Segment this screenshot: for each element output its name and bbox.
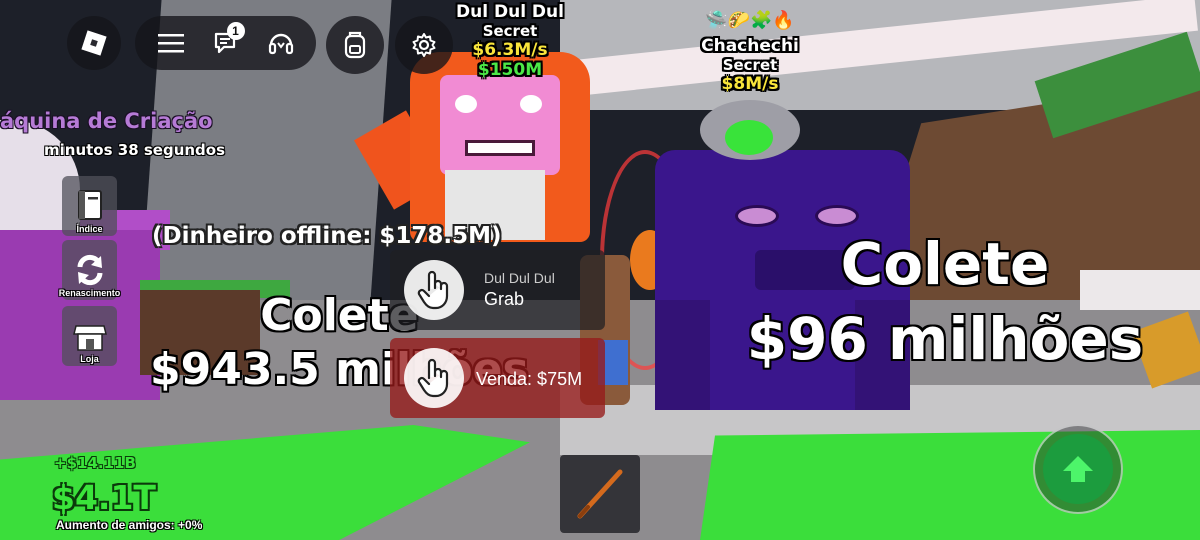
cash-amount: $4.1T: [52, 478, 156, 517]
brainrot-1-rate: $6.3M/s: [472, 40, 548, 60]
brainrot-2-name: Chachechi: [701, 36, 799, 56]
refresh-icon: [77, 254, 102, 286]
roblox-logo-icon: [81, 30, 107, 56]
brainrot-2-eye-left: [735, 205, 779, 227]
chat-badge: 1: [226, 22, 245, 40]
index-button[interactable]: Índice: [62, 176, 117, 236]
sell-hand-button[interactable]: [404, 348, 464, 408]
fire-trait-icon: 🔥: [772, 10, 795, 31]
sell-prompt[interactable]: Venda: $75M: [390, 338, 605, 418]
brainrot-1-name: Dul Dul Dul: [456, 2, 564, 22]
jump-button-core: [1043, 434, 1113, 504]
collect-right-title: Colete: [840, 230, 1050, 298]
top-bar: 1: [135, 16, 316, 70]
shop-icon: [72, 325, 107, 351]
hand-pointer-icon: [417, 270, 449, 310]
index-label: Índice: [76, 224, 103, 234]
menu-button[interactable]: [152, 24, 190, 62]
sell-action-text: Venda: $75M: [476, 369, 583, 389]
book-icon: [77, 190, 102, 220]
grab-action-text: Grab: [484, 289, 525, 309]
collect-right-amount: $96 milhões: [746, 305, 1144, 373]
brainrot-2-eye-right: [815, 205, 859, 227]
brainrot-1-eye-left: [455, 95, 477, 113]
machine-title: áquina de Criação: [0, 109, 213, 133]
voice-button[interactable]: [262, 24, 300, 62]
puzzle-trait-icon: 🧩: [750, 10, 773, 31]
brainrot-2-trait-icons: 🛸🌮🧩🔥: [680, 6, 820, 36]
shop-label: Loja: [80, 354, 99, 364]
brainrot-1-billboard: Dul Dul Dul Secret $6.3M/s $150M: [445, 2, 575, 80]
ufo-trait-icon: 🛸: [705, 10, 728, 31]
jump-arrow-icon: [1063, 456, 1093, 482]
backpack-icon: [344, 31, 366, 59]
rebirth-label: Renascimento: [58, 288, 121, 298]
backpack-button[interactable]: [326, 16, 384, 74]
brainrot-2-rate: $8M/s: [721, 74, 779, 92]
grab-hand-button[interactable]: [404, 260, 464, 320]
grass-right: [700, 430, 1200, 540]
offline-money-text: (Dinheiro offline: $178.5M): [152, 223, 502, 249]
brainrot-1-eye-right: [520, 95, 542, 113]
hand-pointer-icon: [417, 358, 449, 398]
friends-boost: Aumento de amigos: +0%: [56, 518, 203, 532]
grab-object-name: Dul Dul Dul: [484, 270, 555, 286]
shop-button[interactable]: Loja: [62, 306, 117, 366]
machine-timer: minutos 38 segundos: [44, 141, 226, 159]
headset-icon: [268, 33, 293, 55]
gear-icon: [412, 33, 436, 57]
brainrot-2-billboard: 🛸🌮🧩🔥 Chachechi Secret $8M/s: [680, 6, 820, 92]
brainrot-1-price: $150M: [477, 60, 543, 80]
bat-icon: [577, 469, 623, 519]
hotbar-slot-1[interactable]: [560, 455, 640, 533]
roblox-menu-button[interactable]: [67, 16, 121, 70]
brainrot-1-rarity: Secret: [482, 22, 538, 40]
jump-button[interactable]: [1033, 424, 1123, 514]
income-rate: +$14.11B: [54, 454, 136, 472]
brainrot-1-mouth: [465, 140, 535, 156]
brainrot-1-face: [440, 75, 560, 175]
collect-right-label[interactable]: Colete $96 milhões: [740, 228, 1150, 378]
chat-button[interactable]: 1: [207, 22, 245, 62]
menu-icon: [157, 34, 184, 53]
ufo-dome: [725, 120, 773, 155]
brainrot-2-leg-left: [655, 300, 710, 410]
taco-trait-icon: 🌮: [727, 10, 750, 31]
brainrot-2-rarity: Secret: [722, 56, 778, 74]
rebirth-button[interactable]: Renascimento: [59, 240, 120, 300]
grab-prompt[interactable]: Dul Dul Dul Grab: [390, 250, 605, 330]
